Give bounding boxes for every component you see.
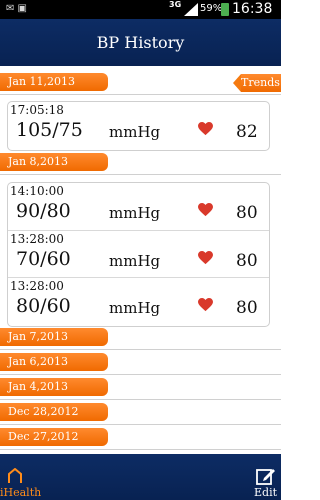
notification-icons: ✉ ▣	[6, 3, 28, 14]
date-label: Jan 8,2013	[0, 153, 108, 171]
date-header[interactable]: Jan 6,2013	[0, 350, 281, 375]
network-type: 3G	[169, 0, 182, 9]
heart-icon	[198, 251, 213, 265]
edit-button[interactable]: Edit	[245, 454, 281, 500]
date-label: Jan 6,2013	[0, 353, 108, 371]
reading-value: 80/60	[16, 295, 71, 317]
edit-icon	[256, 469, 275, 485]
date-header[interactable]: Dec 28,2012	[0, 400, 281, 425]
reading-time: 13:28:00	[10, 232, 64, 246]
date-header[interactable]: Jan 8,2013	[0, 150, 281, 175]
page-title: BP History	[0, 19, 281, 66]
date-label: Dec 27,2012	[0, 428, 108, 446]
reading-row[interactable]: 17:05:18 105/75 mmHg 82	[8, 102, 269, 149]
date-header[interactable]: Dec 27,2012	[0, 425, 281, 450]
bottom-bar: iHealth Edit	[0, 454, 281, 500]
edit-label: Edit	[254, 486, 278, 499]
reading-unit: mmHg	[109, 299, 161, 317]
reading-row[interactable]: 13:28:00 80/60 mmHg 80	[8, 277, 269, 325]
date-header[interactable]: Jan 4,2013	[0, 375, 281, 400]
reading-row[interactable]: 14:10:00 90/80 mmHg 80	[8, 183, 269, 230]
reading-pulse: 80	[236, 251, 258, 271]
clock: 16:38	[232, 1, 273, 17]
reading-value: 90/80	[16, 200, 71, 222]
heart-icon	[198, 298, 213, 312]
heart-icon	[198, 122, 213, 136]
reading-card: 14:10:00 90/80 mmHg 80 13:28:00 70/60 mm…	[7, 182, 270, 327]
reading-time: 14:10:00	[10, 184, 64, 198]
reading-row[interactable]: 13:28:00 70/60 mmHg 80	[8, 230, 269, 278]
date-label: Jan 11,2013	[0, 73, 108, 91]
reading-pulse: 80	[236, 298, 258, 318]
reading-unit: mmHg	[109, 204, 161, 222]
reading-value: 70/60	[16, 248, 71, 270]
reading-value: 105/75	[16, 119, 83, 141]
battery-icon	[221, 3, 229, 16]
reading-unit: mmHg	[109, 123, 161, 141]
reading-card: 17:05:18 105/75 mmHg 82	[7, 101, 270, 151]
home-button[interactable]: iHealth	[0, 454, 50, 500]
reading-pulse: 80	[236, 203, 258, 223]
trends-button[interactable]: Trends	[233, 74, 281, 92]
reading-time: 17:05:18	[10, 103, 64, 117]
heart-icon	[198, 203, 213, 217]
signal-icon	[184, 3, 198, 16]
date-label: Dec 28,2012	[0, 403, 108, 421]
date-label: Jan 4,2013	[0, 378, 108, 396]
date-label: Jan 7,2013	[0, 328, 108, 346]
reading-pulse: 82	[236, 122, 258, 142]
date-header[interactable]: Jan 7,2013	[0, 325, 281, 350]
reading-unit: mmHg	[109, 252, 161, 270]
status-bar: ✉ ▣ 3G 59% 16:38	[0, 0, 281, 19]
history-list[interactable]: Jan 11,2013 Trends 17:05:18 105/75 mmHg …	[0, 66, 281, 454]
reading-time: 13:28:00	[10, 279, 64, 293]
home-icon	[8, 468, 22, 483]
battery-percent: 59%	[200, 3, 223, 14]
home-label: iHealth	[0, 486, 42, 499]
